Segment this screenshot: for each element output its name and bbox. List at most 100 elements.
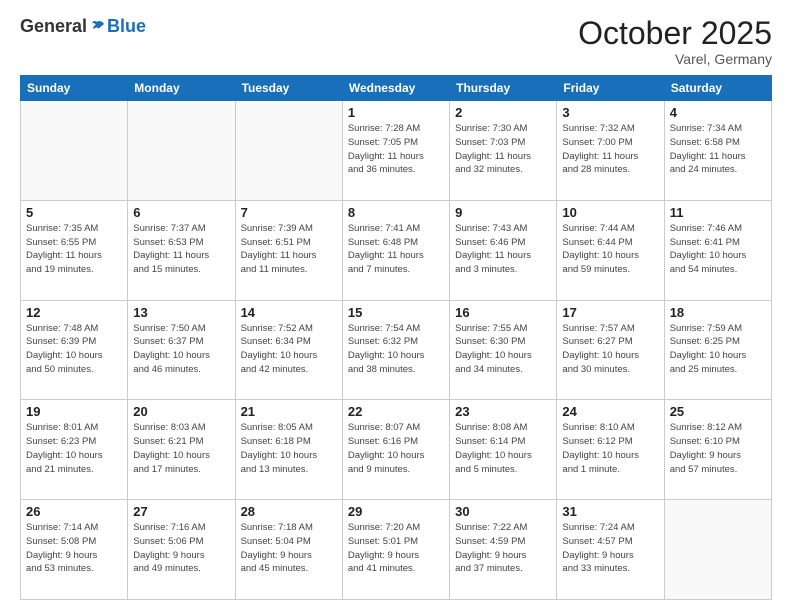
day-info: Sunrise: 7:59 AM Sunset: 6:25 PM Dayligh… (670, 322, 766, 377)
day-info: Sunrise: 7:20 AM Sunset: 5:01 PM Dayligh… (348, 521, 444, 576)
day-info: Sunrise: 8:07 AM Sunset: 6:16 PM Dayligh… (348, 421, 444, 476)
calendar-cell: 8 Sunrise: 7:41 AM Sunset: 6:48 PM Daylig… (342, 200, 449, 300)
calendar-cell: 28 Sunrise: 7:18 AM Sunset: 5:04 PM Dayli… (235, 500, 342, 600)
calendar-cell (664, 500, 771, 600)
day-info: Sunrise: 7:39 AM Sunset: 6:51 PM Dayligh… (241, 222, 337, 277)
day-info: Sunrise: 8:10 AM Sunset: 6:12 PM Dayligh… (562, 421, 658, 476)
weekday-header: Monday (128, 76, 235, 101)
calendar-cell: 21Sunrise: 8:05 AM Sunset: 6:18 PM Dayli… (235, 400, 342, 500)
day-number: 17 (562, 305, 658, 320)
day-info: Sunrise: 8:08 AM Sunset: 6:14 PM Dayligh… (455, 421, 551, 476)
header: General Blue October 2025 Varel, Germany (20, 16, 772, 67)
day-number: 1 (348, 105, 444, 120)
day-info: Sunrise: 7:37 AM Sunset: 6:53 PM Dayligh… (133, 222, 229, 277)
logo-general-text: General (20, 16, 87, 37)
title-block: October 2025 Varel, Germany (578, 16, 772, 67)
day-info: Sunrise: 7:22 AM Sunset: 4:59 PM Dayligh… (455, 521, 551, 576)
weekday-header: Thursday (450, 76, 557, 101)
day-number: 14 (241, 305, 337, 320)
day-info: Sunrise: 7:30 AM Sunset: 7:03 PM Dayligh… (455, 122, 551, 177)
day-info: Sunrise: 8:12 AM Sunset: 6:10 PM Dayligh… (670, 421, 766, 476)
day-number: 5 (26, 205, 122, 220)
logo: General Blue (20, 16, 146, 37)
calendar-cell: 31 Sunrise: 7:24 AM Sunset: 4:57 PM Dayli… (557, 500, 664, 600)
day-info: Sunrise: 7:34 AM Sunset: 6:58 PM Dayligh… (670, 122, 766, 177)
calendar-cell: 18 Sunrise: 7:59 AM Sunset: 6:25 PM Dayli… (664, 300, 771, 400)
calendar-cell: 19Sunrise: 8:01 AM Sunset: 6:23 PM Dayli… (21, 400, 128, 500)
calendar-cell: 16 Sunrise: 7:55 AM Sunset: 6:30 PM Dayli… (450, 300, 557, 400)
calendar-cell: 3Sunrise: 7:32 AM Sunset: 7:00 PM Daylig… (557, 101, 664, 201)
calendar-cell: 14 Sunrise: 7:52 AM Sunset: 6:34 PM Dayli… (235, 300, 342, 400)
calendar-week-row: 12 Sunrise: 7:48 AM Sunset: 6:39 PM Dayli… (21, 300, 772, 400)
day-number: 3 (562, 105, 658, 120)
day-number: 22 (348, 404, 444, 419)
day-number: 23 (455, 404, 551, 419)
calendar-cell: 7 Sunrise: 7:39 AM Sunset: 6:51 PM Daylig… (235, 200, 342, 300)
day-number: 16 (455, 305, 551, 320)
logo-blue-text: Blue (107, 16, 146, 37)
calendar-cell: 12 Sunrise: 7:48 AM Sunset: 6:39 PM Dayli… (21, 300, 128, 400)
weekday-header: Sunday (21, 76, 128, 101)
weekday-header: Tuesday (235, 76, 342, 101)
day-info: Sunrise: 7:44 AM Sunset: 6:44 PM Dayligh… (562, 222, 658, 277)
calendar-cell: 9 Sunrise: 7:43 AM Sunset: 6:46 PM Daylig… (450, 200, 557, 300)
day-info: Sunrise: 7:54 AM Sunset: 6:32 PM Dayligh… (348, 322, 444, 377)
calendar-cell: 30Sunrise: 7:22 AM Sunset: 4:59 PM Dayli… (450, 500, 557, 600)
day-info: Sunrise: 7:28 AM Sunset: 7:05 PM Dayligh… (348, 122, 444, 177)
calendar-table: SundayMondayTuesdayWednesdayThursdayFrid… (20, 75, 772, 600)
day-info: Sunrise: 7:48 AM Sunset: 6:39 PM Dayligh… (26, 322, 122, 377)
day-info: Sunrise: 7:46 AM Sunset: 6:41 PM Dayligh… (670, 222, 766, 277)
calendar-cell (235, 101, 342, 201)
calendar-cell: 20Sunrise: 8:03 AM Sunset: 6:21 PM Dayli… (128, 400, 235, 500)
page: General Blue October 2025 Varel, Germany… (0, 0, 792, 612)
day-number: 10 (562, 205, 658, 220)
calendar-cell: 2 Sunrise: 7:30 AM Sunset: 7:03 PM Daylig… (450, 101, 557, 201)
calendar-cell: 25 Sunrise: 8:12 AM Sunset: 6:10 PM Dayli… (664, 400, 771, 500)
calendar-cell: 23 Sunrise: 8:08 AM Sunset: 6:14 PM Dayli… (450, 400, 557, 500)
day-number: 12 (26, 305, 122, 320)
day-number: 6 (133, 205, 229, 220)
day-info: Sunrise: 7:52 AM Sunset: 6:34 PM Dayligh… (241, 322, 337, 377)
day-number: 21 (241, 404, 337, 419)
day-number: 9 (455, 205, 551, 220)
month-title: October 2025 (578, 16, 772, 51)
day-info: Sunrise: 7:55 AM Sunset: 6:30 PM Dayligh… (455, 322, 551, 377)
day-number: 27 (133, 504, 229, 519)
calendar-cell: 17 Sunrise: 7:57 AM Sunset: 6:27 PM Dayli… (557, 300, 664, 400)
day-info: Sunrise: 7:41 AM Sunset: 6:48 PM Dayligh… (348, 222, 444, 277)
day-number: 29 (348, 504, 444, 519)
day-number: 15 (348, 305, 444, 320)
calendar-cell: 24Sunrise: 8:10 AM Sunset: 6:12 PM Dayli… (557, 400, 664, 500)
day-number: 31 (562, 504, 658, 519)
calendar-cell: 6 Sunrise: 7:37 AM Sunset: 6:53 PM Daylig… (128, 200, 235, 300)
calendar-week-row: 1 Sunrise: 7:28 AM Sunset: 7:05 PM Daylig… (21, 101, 772, 201)
day-info: Sunrise: 8:01 AM Sunset: 6:23 PM Dayligh… (26, 421, 122, 476)
day-info: Sunrise: 7:18 AM Sunset: 5:04 PM Dayligh… (241, 521, 337, 576)
day-info: Sunrise: 7:57 AM Sunset: 6:27 PM Dayligh… (562, 322, 658, 377)
calendar-header-row: SundayMondayTuesdayWednesdayThursdayFrid… (21, 76, 772, 101)
calendar-cell: 11 Sunrise: 7:46 AM Sunset: 6:41 PM Dayli… (664, 200, 771, 300)
calendar-cell: 10 Sunrise: 7:44 AM Sunset: 6:44 PM Dayli… (557, 200, 664, 300)
day-number: 18 (670, 305, 766, 320)
calendar-week-row: 5Sunrise: 7:35 AM Sunset: 6:55 PM Daylig… (21, 200, 772, 300)
day-number: 20 (133, 404, 229, 419)
calendar-week-row: 19Sunrise: 8:01 AM Sunset: 6:23 PM Dayli… (21, 400, 772, 500)
day-number: 28 (241, 504, 337, 519)
day-number: 11 (670, 205, 766, 220)
day-number: 7 (241, 205, 337, 220)
weekday-header: Wednesday (342, 76, 449, 101)
day-info: Sunrise: 7:24 AM Sunset: 4:57 PM Dayligh… (562, 521, 658, 576)
day-info: Sunrise: 7:50 AM Sunset: 6:37 PM Dayligh… (133, 322, 229, 377)
weekday-header: Saturday (664, 76, 771, 101)
day-number: 2 (455, 105, 551, 120)
day-number: 26 (26, 504, 122, 519)
calendar-cell: 13 Sunrise: 7:50 AM Sunset: 6:37 PM Dayli… (128, 300, 235, 400)
day-info: Sunrise: 7:43 AM Sunset: 6:46 PM Dayligh… (455, 222, 551, 277)
day-number: 25 (670, 404, 766, 419)
day-number: 13 (133, 305, 229, 320)
day-number: 8 (348, 205, 444, 220)
calendar-cell: 29 Sunrise: 7:20 AM Sunset: 5:01 PM Dayli… (342, 500, 449, 600)
calendar-cell: 15 Sunrise: 7:54 AM Sunset: 6:32 PM Dayli… (342, 300, 449, 400)
location: Varel, Germany (578, 51, 772, 67)
calendar-cell: 27Sunrise: 7:16 AM Sunset: 5:06 PM Dayli… (128, 500, 235, 600)
